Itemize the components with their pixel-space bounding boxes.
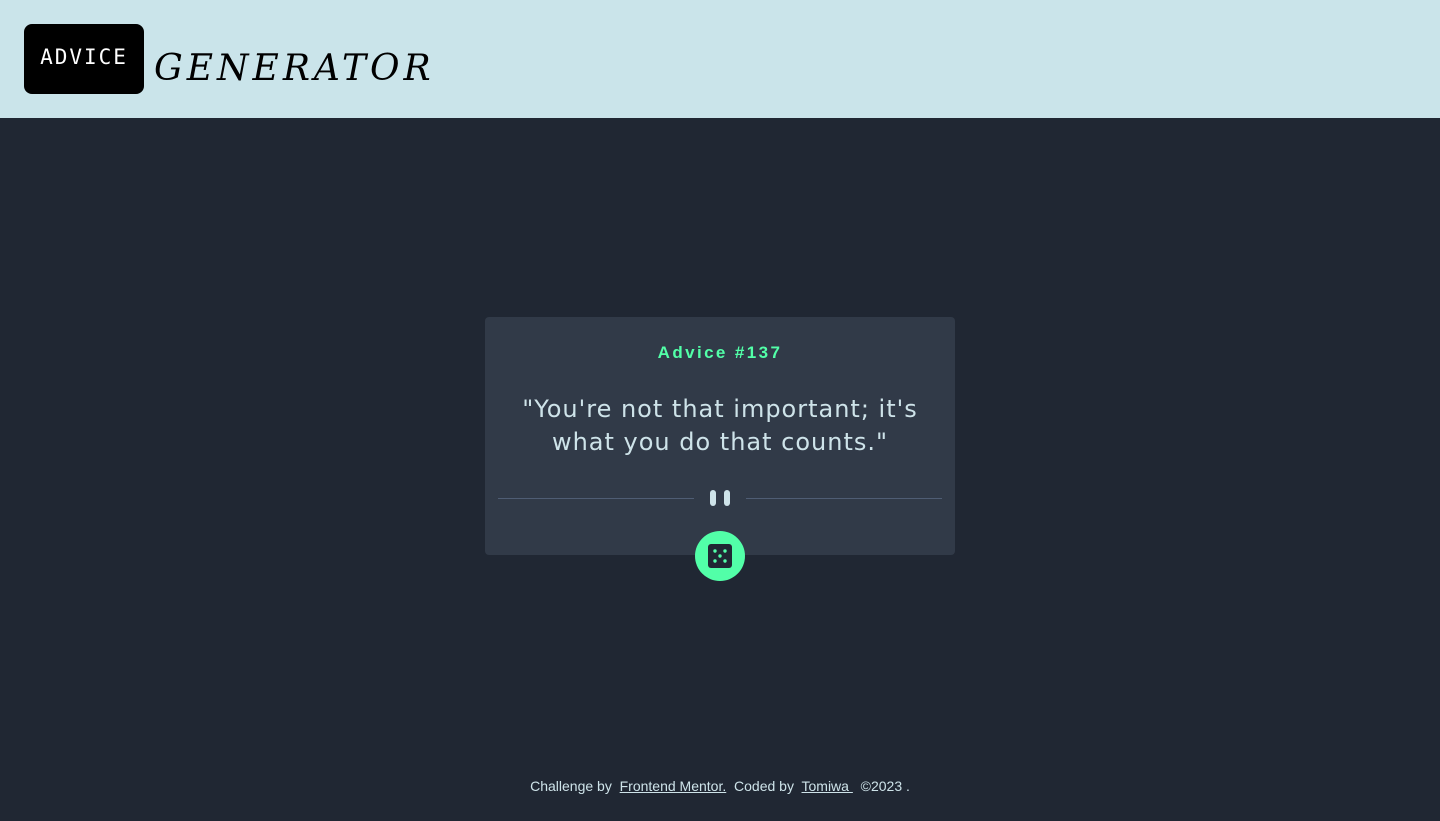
- pause-bar-left: [710, 490, 716, 506]
- generate-advice-button[interactable]: [695, 531, 745, 581]
- attribution-footer: Challenge by Frontend Mentor. Coded by T…: [0, 778, 1440, 794]
- advice-card: Advice #137 "You're not that important; …: [485, 317, 955, 555]
- site-title: GENERATOR: [154, 48, 435, 89]
- site-header: ADVICE GENERATOR: [0, 0, 1440, 118]
- author-link[interactable]: Tomiwa: [802, 778, 853, 794]
- dice-icon: [708, 544, 732, 568]
- footer-copyright: ©2023 .: [852, 778, 910, 794]
- frontend-mentor-link[interactable]: Frontend Mentor.: [620, 778, 727, 794]
- logo-badge: ADVICE: [24, 24, 144, 94]
- footer-challenge-text: Challenge by: [530, 778, 620, 794]
- divider-right: [746, 498, 942, 499]
- footer-coded-text: Coded by: [726, 778, 802, 794]
- divider-left: [498, 498, 694, 499]
- pause-icon: [710, 490, 730, 506]
- advice-quote: "You're not that important; it's what yo…: [522, 395, 918, 456]
- advice-number: Advice #137: [657, 343, 783, 362]
- pause-bar-right: [724, 490, 730, 506]
- logo-text: ADVICE: [40, 45, 128, 69]
